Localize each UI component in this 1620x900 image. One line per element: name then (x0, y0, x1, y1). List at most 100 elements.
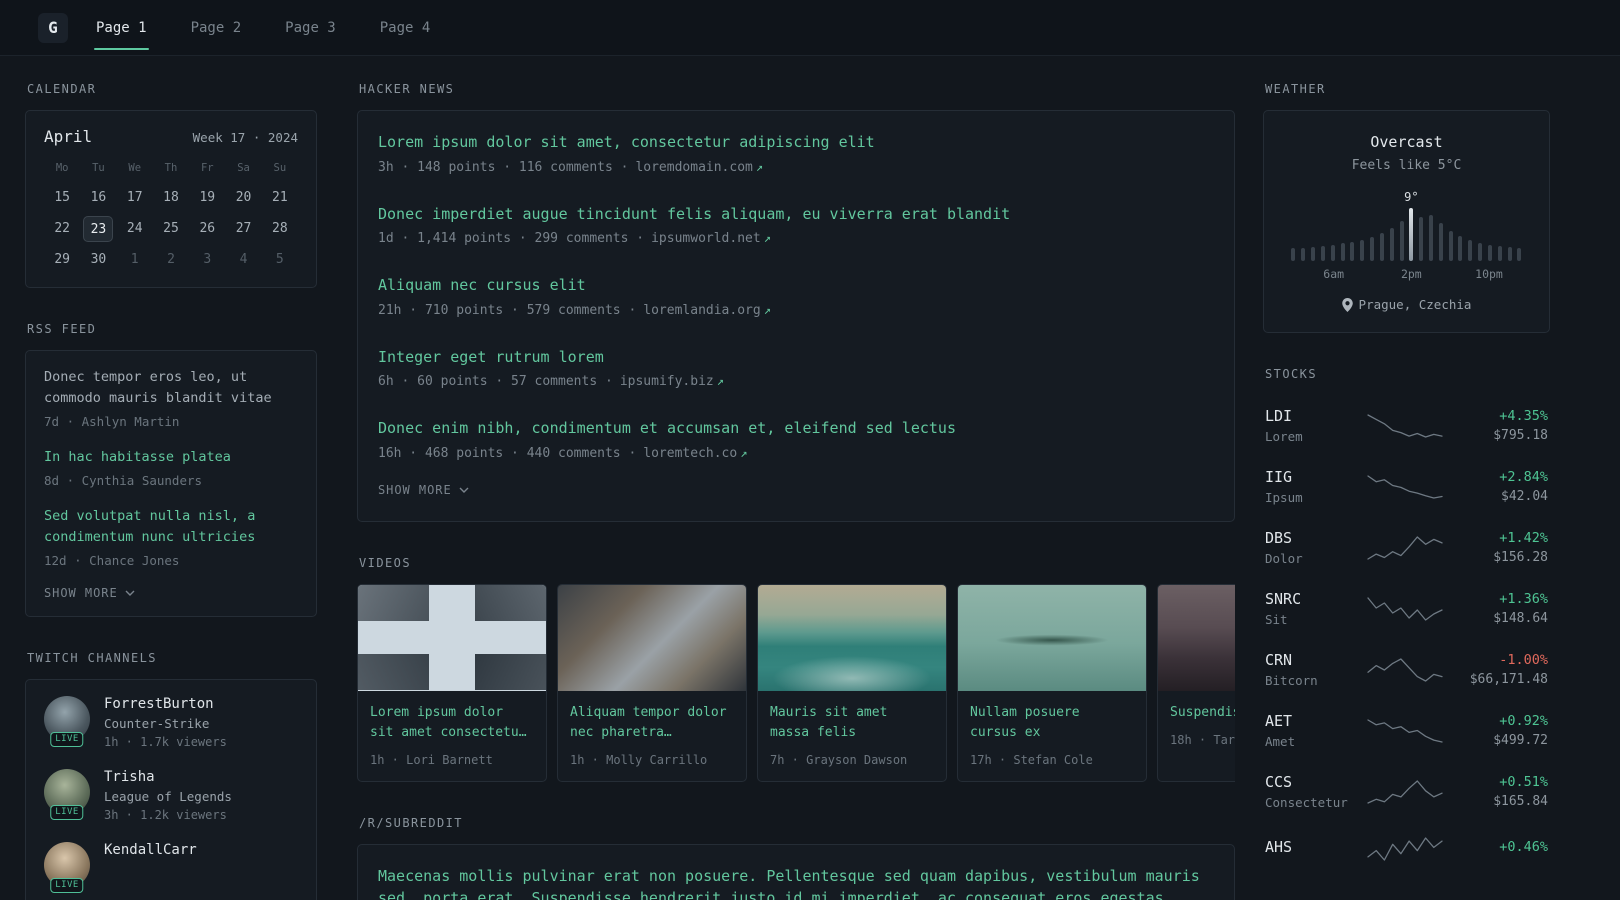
stock-change: +0.46% (1499, 839, 1548, 855)
videos-section-title: VIDEOS (359, 555, 411, 570)
video-card[interactable]: Nullam posuere cursus ex 17h · Stefan Co… (957, 583, 1147, 782)
stock-row[interactable]: AET Amet +0.92% $499.72 (1263, 700, 1550, 761)
live-badge: LIVE (50, 804, 84, 820)
stocks-section-title: STOCKS (1265, 367, 1317, 381)
live-badge: LIVE (50, 731, 84, 747)
hn-story-domain-link[interactable]: loremdomain.com ↗ (635, 160, 763, 175)
calendar-day: 16 (90, 190, 107, 205)
hn-story-link[interactable]: Integer eget rutrum lorem (378, 346, 1214, 369)
hn-story-link[interactable]: Aliquam nec cursus elit (378, 274, 1214, 297)
live-badge: LIVE (50, 877, 84, 893)
rss-item: Donec tempor eros leo, ut commodo mauris… (44, 367, 298, 429)
video-meta: 17h · Stefan Cole (970, 752, 1093, 767)
tab-page-1[interactable]: Page 1 (94, 0, 149, 55)
stock-name: Sit (1265, 612, 1288, 627)
video-card[interactable]: Suspendisse diam 18h · Tara (1157, 583, 1235, 782)
stock-name: Lorem (1265, 429, 1303, 444)
calendar-day-next-month: 5 (275, 252, 284, 267)
app-logo[interactable]: G (38, 12, 68, 43)
rss-item-link[interactable]: In hac habitasse platea (44, 447, 298, 468)
show-more-label: SHOW MORE (44, 585, 118, 600)
tab-page-4[interactable]: Page 4 (378, 0, 433, 55)
twitch-channel[interactable]: LIVE Trisha League of Legends 3h · 1.2k … (44, 768, 298, 822)
rss-item: In hac habitasse platea 8d · Cynthia Sau… (44, 447, 298, 488)
channel-meta: 1h · 1.7k viewers (104, 734, 227, 749)
stock-name: Amet (1265, 734, 1296, 749)
twitch-channel[interactable]: LIVE ForrestBurton Counter-Strike 1h · 1… (44, 695, 298, 749)
stock-row[interactable]: IIG Ipsum +2.84% $42.04 (1263, 456, 1550, 517)
rss-section-title: RSS FEED (27, 322, 97, 336)
video-card[interactable]: Mauris sit amet massa felis 7h · Grayson… (757, 583, 947, 782)
hn-story-stats: 1d · 1,414 points · 299 comments · (378, 231, 645, 246)
calendar-day: 21 (272, 190, 288, 205)
hn-story: Donec enim nibh, condimentum et accumsan… (358, 403, 1234, 475)
rss-item-link[interactable]: Sed volutpat nulla nisl, a condimentum n… (44, 506, 298, 548)
video-meta: 1h · Lori Barnett (370, 752, 493, 767)
right-column: WEATHER Overcast Feels like 5°C 9° 6am 2p… (1263, 82, 1550, 900)
stock-symbol: IIG (1265, 468, 1293, 486)
hn-story-domain-link[interactable]: ipsumworld.net ↗ (651, 231, 771, 246)
dow-label: Mo (55, 162, 69, 174)
hn-story-link[interactable]: Donec enim nibh, condimentum et accumsan… (378, 417, 1214, 440)
dow-label: We (128, 162, 142, 174)
stock-price: $42.04 (1501, 489, 1548, 504)
stock-row[interactable]: DBS Dolor +1.42% $156.28 (1263, 517, 1550, 578)
rss-item-link[interactable]: Donec tempor eros leo, ut commodo mauris… (44, 367, 298, 409)
stock-row[interactable]: CCS Consectetur +0.51% $165.84 (1263, 761, 1550, 822)
channel-name: Trisha (104, 768, 155, 785)
calendar-day: 20 (235, 190, 252, 205)
chevron-down-icon (125, 590, 135, 596)
tab-page-2[interactable]: Page 2 (189, 0, 244, 55)
video-card[interactable]: Aliquam tempor dolor nec pharetra… 1h · … (557, 583, 747, 782)
stock-row[interactable]: CRN Bitcorn -1.00% $66,171.48 (1263, 639, 1550, 700)
hackernews-section-title: HACKER NEWS (359, 82, 455, 96)
video-thumbnail (558, 584, 746, 691)
hn-story-domain: loremtech.co (643, 445, 738, 461)
twitch-channel[interactable]: LIVE KendallCarr (44, 841, 298, 893)
hn-story-link[interactable]: Lorem ipsum dolor sit amet, consectetur … (378, 131, 1214, 154)
hn-story-meta: 3h · 148 points · 116 comments · loremdom… (378, 160, 1214, 175)
tab-page-3[interactable]: Page 3 (283, 0, 338, 55)
stock-name: Bitcorn (1265, 673, 1318, 688)
stock-row[interactable]: SNRC Sit +1.36% $148.64 (1263, 578, 1550, 639)
external-link-icon: ↗ (763, 302, 771, 317)
calendar-day-next-month: 3 (203, 252, 212, 267)
hn-story-stats: 3h · 148 points · 116 comments · (378, 159, 629, 175)
hn-story-domain-link[interactable]: loremlandia.org ↗ (643, 303, 771, 318)
hn-story-domain: ipsumworld.net (651, 231, 761, 246)
calendar-day-next-month: 2 (167, 252, 175, 267)
stock-price: $156.28 (1493, 550, 1548, 565)
dow-label: Sa (237, 162, 250, 174)
stock-symbol: AET (1265, 712, 1293, 730)
channel-name: KendallCarr (104, 841, 197, 858)
hn-story-stats: 16h · 468 points · 440 comments · (378, 445, 637, 461)
stock-change: +4.35% (1499, 408, 1548, 424)
hackernews-card: Lorem ipsum dolor sit amet, consectetur … (357, 110, 1235, 522)
show-more-label: SHOW MORE (378, 482, 452, 497)
rss-show-more-button[interactable]: SHOW MORE (44, 586, 135, 600)
subreddit-widget: /R/SUBREDDIT Maecenas mollis pulvinar er… (357, 816, 1235, 900)
stock-sparkline (1357, 472, 1452, 502)
twitch-widget: TWITCH CHANNELS LIVE ForrestBurton Count… (25, 651, 317, 900)
stock-symbol: DBS (1265, 529, 1293, 547)
weather-widget: WEATHER Overcast Feels like 5°C 9° 6am 2p… (1263, 82, 1550, 333)
calendar-day: 29 (54, 252, 70, 267)
weather-feels-like: Feels like 5°C (1351, 158, 1462, 173)
video-thumbnail (358, 584, 546, 691)
subreddit-post: Maecenas mollis pulvinar erat non posuer… (358, 851, 1234, 900)
subreddit-post-link[interactable]: Maecenas mollis pulvinar erat non posuer… (378, 865, 1214, 900)
hn-story-domain-link[interactable]: loremtech.co ↗ (643, 446, 747, 461)
stock-sparkline (1357, 716, 1452, 746)
stock-row[interactable]: AHS +0.46% (1263, 822, 1550, 876)
calendar-day: 15 (54, 190, 70, 205)
center-column: HACKER NEWS Lorem ipsum dolor sit amet, … (357, 82, 1235, 900)
hn-story: Lorem ipsum dolor sit amet, consectetur … (358, 117, 1234, 189)
stock-symbol: SNRC (1265, 590, 1302, 608)
stock-row[interactable]: LDI Lorem +4.35% $795.18 (1263, 395, 1550, 456)
hackernews-widget: HACKER NEWS Lorem ipsum dolor sit amet, … (357, 82, 1235, 522)
hackernews-show-more-button[interactable]: SHOW MORE (378, 483, 469, 497)
stock-price: $165.84 (1493, 794, 1548, 809)
video-card[interactable]: Lorem ipsum dolor sit amet consectetu… 1… (357, 583, 547, 782)
hn-story-domain-link[interactable]: ipsumify.biz ↗ (620, 374, 724, 389)
hn-story-link[interactable]: Donec imperdiet augue tincidunt felis al… (378, 203, 1214, 226)
